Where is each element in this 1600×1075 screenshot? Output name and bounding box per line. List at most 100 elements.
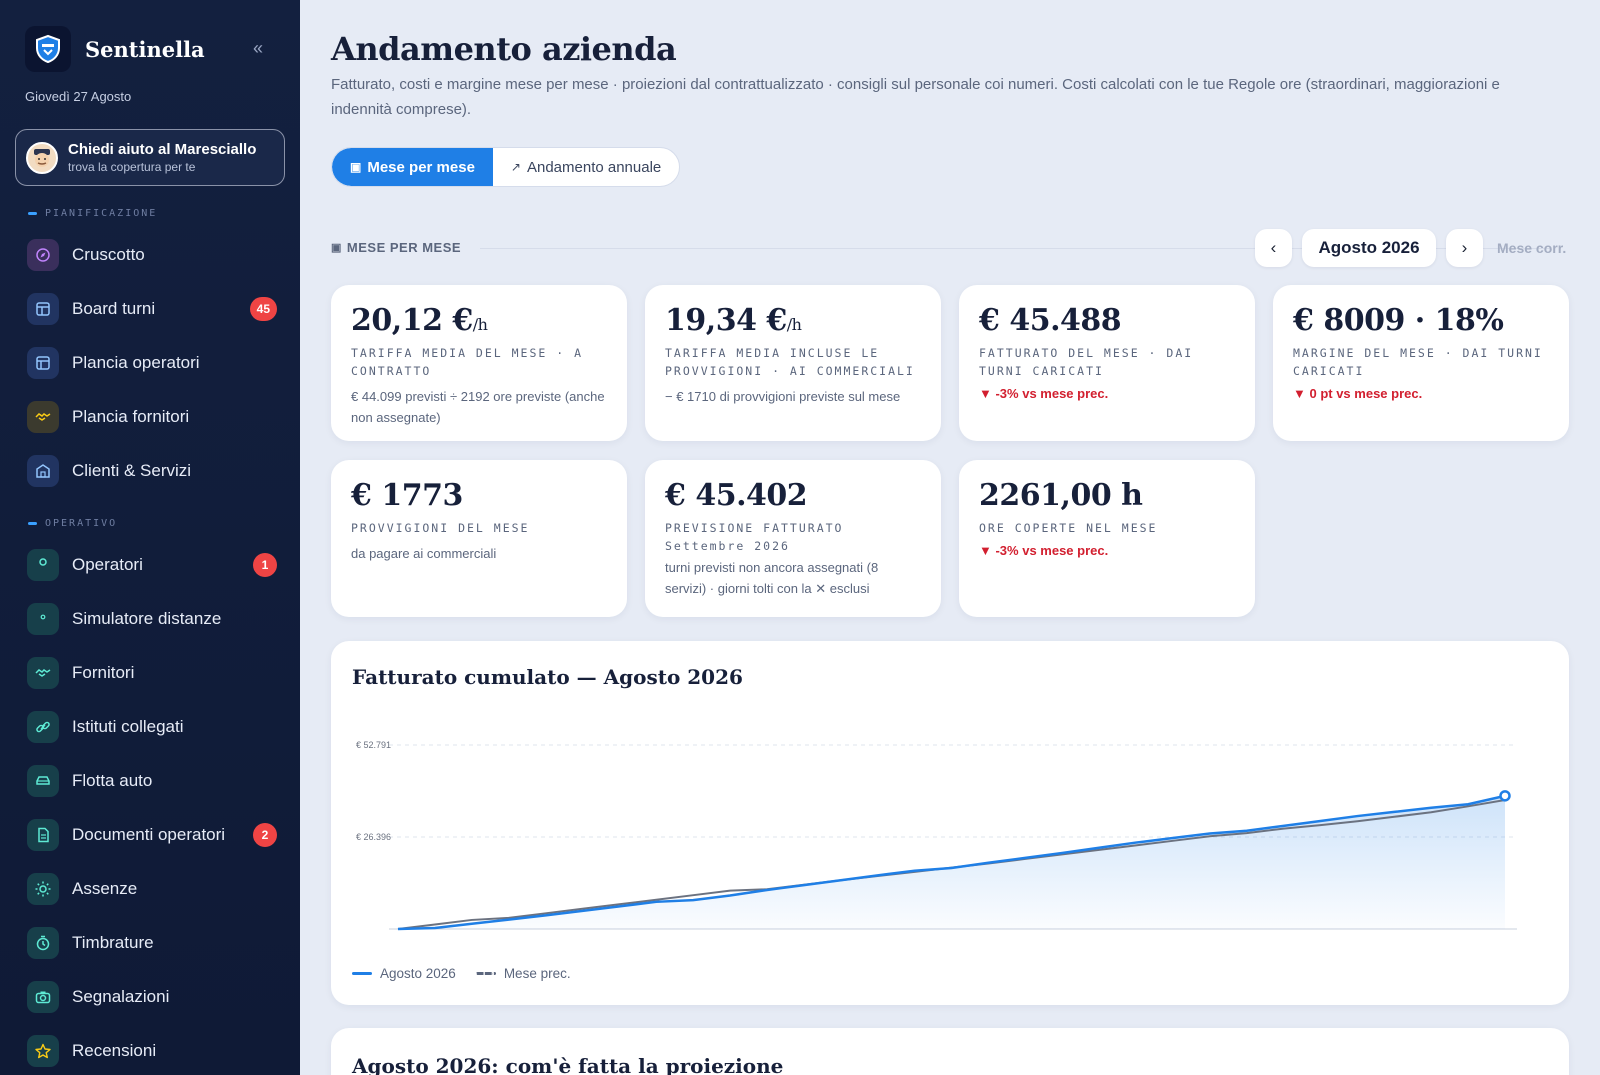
kpi-label: ORE COPERTE NEL MESE — [979, 521, 1158, 535]
kpi-value: € 8009 · 18% — [1293, 303, 1504, 338]
sidebar-item-label: Istituti collegati — [72, 717, 184, 736]
sidebar-item-simulatore-distanze[interactable]: Simulatore distanze — [27, 601, 277, 637]
sidebar-item-plancia-fornitori[interactable]: Plancia fornitori — [27, 399, 277, 435]
compass-icon — [27, 239, 59, 271]
help-subtitle: trova la copertura per te — [68, 160, 196, 174]
y-tick-label: € 52.791 — [356, 740, 391, 750]
sidebar-item-label: Documenti operatori — [72, 825, 226, 844]
legend-swatch-dashed — [475, 972, 496, 975]
kpi-label: TARIFFA MEDIA INCLUSE LE PROVVIGIONI · A… — [665, 346, 915, 378]
document-icon — [27, 819, 59, 851]
star-icon — [27, 1035, 59, 1067]
sidebar-item-plancia-operatori[interactable]: Plancia operatori — [27, 345, 277, 381]
cumulative-revenue-chart: € 26.396 € 52.791 — [356, 740, 1517, 931]
shield-logo-icon — [25, 26, 71, 72]
sidebar-item-recensioni[interactable]: Recensioni — [27, 1033, 277, 1069]
kpi-label: FATTURATO DEL MESE · DAI TURNI CARICATI — [979, 346, 1194, 378]
grid-icon — [27, 293, 59, 325]
sidebar-item-segnalazioni[interactable]: Segnalazioni — [27, 979, 277, 1015]
notification-badge: 1 — [253, 553, 277, 577]
trend-up-icon: ↗ — [510, 160, 521, 174]
handshake-icon — [27, 401, 59, 433]
user-icon — [27, 549, 59, 581]
brand[interactable]: Sentinella — [25, 26, 205, 72]
next-month-button[interactable]: › — [1446, 229, 1483, 267]
sidebar-item-label: Cruscotto — [72, 245, 145, 264]
sidebar-item-label: Recensioni — [72, 1041, 157, 1060]
tab-yearly[interactable]: ↗ Andamento annuale — [493, 148, 679, 186]
car-icon — [27, 765, 59, 797]
building-icon — [27, 455, 59, 487]
month-selector[interactable]: Agosto 2026 — [1302, 229, 1436, 267]
area-fill-current — [398, 795, 1505, 929]
sidebar-item-label: Segnalazioni — [72, 987, 170, 1006]
kpi-delta: ▼ 0 pt vs mese prec. — [1293, 386, 1423, 401]
kpi-value: 2261,00 h — [979, 478, 1143, 513]
sidebar-item-label: Assenze — [72, 879, 138, 898]
kpi-value: 19,34 €/h — [665, 303, 802, 338]
chart-legend: Agosto 2026 Mese prec. — [352, 966, 591, 981]
main-content: Andamento azienda Fatturato, costi e mar… — [300, 0, 1600, 1075]
help-assistant-button[interactable]: Chiedi aiuto al Maresciallo trova la cop… — [15, 129, 285, 186]
kpi-label: TARIFFA MEDIA DEL MESE · A CONTRATTO — [351, 346, 584, 378]
kpi-value: 20,12 €/h — [351, 303, 488, 338]
view-tabs: ▣ Mese per mese ↗ Andamento annuale — [331, 147, 681, 187]
kpi-value: € 45.402 — [665, 478, 808, 513]
prev-month-button[interactable]: ‹ — [1255, 229, 1292, 267]
sidebar-item-istituti-collegati[interactable]: Istituti collegati — [27, 709, 277, 745]
sidebar-item-documenti-operatori[interactable]: Documenti operatori 2 — [27, 817, 277, 853]
kpi-card-margin: € 8009 · 18% MARGINE DEL MESE · DAI TURN… — [1273, 285, 1569, 441]
section-heading: ▣ MESE PER MESE — [331, 240, 462, 255]
calendar-icon: ▣ — [350, 160, 362, 174]
current-date: Giovedì 27 Agosto — [25, 89, 132, 104]
kpi-card-commission: € 1773 PROVVIGIONI DEL MESE da pagare ai… — [331, 460, 627, 617]
sidebar-item-fornitori[interactable]: Fornitori — [27, 655, 277, 691]
section-label-operative: OPERATIVO — [28, 518, 117, 529]
notification-badge: 45 — [249, 297, 277, 321]
page-title: Andamento azienda — [331, 30, 677, 68]
sidebar-item-label: Plancia operatori — [72, 353, 200, 372]
collapse-sidebar-icon[interactable]: « — [246, 36, 270, 60]
revenue-chart-card: Fatturato cumulato — Agosto 2026 € 26.39… — [331, 641, 1569, 1005]
clock-icon — [27, 927, 59, 959]
brand-name: Sentinella — [85, 36, 205, 62]
sidebar-item-cruscotto[interactable]: Cruscotto — [27, 237, 277, 273]
sidebar-item-label: Timbrature — [72, 933, 154, 952]
tab-monthly[interactable]: ▣ Mese per mese — [332, 148, 493, 186]
sidebar-item-label: Flotta auto — [72, 771, 153, 790]
kpi-label: PROVVIGIONI DEL MESE — [351, 521, 530, 535]
sidebar-item-board-turni[interactable]: Board turni 45 — [27, 291, 277, 327]
legend-swatch-solid — [352, 972, 372, 975]
kpi-delta: ▼ -3% vs mese prec. — [979, 386, 1109, 401]
sidebar-item-label: Fornitori — [72, 663, 135, 682]
calendar-icon: ▣ — [331, 242, 342, 254]
legend-item-previous[interactable]: Mese prec. — [475, 966, 571, 981]
kpi-label: PREVISIONE FATTURATO Settembre 2026 — [665, 521, 844, 553]
kpi-card-rate-commission: 19,34 €/h TARIFFA MEDIA INCLUSE LE PROVV… — [645, 285, 941, 441]
current-month-link[interactable]: Mese corr. — [1497, 240, 1566, 256]
kpi-card-rate: 20,12 €/h TARIFFA MEDIA DEL MESE · A CON… — [331, 285, 627, 441]
notification-badge: 2 — [253, 823, 277, 847]
sidebar-item-label: Simulatore distanze — [72, 609, 222, 628]
sidebar-item-label: Clienti & Servizi — [72, 461, 192, 480]
sidebar-item-flotta-auto[interactable]: Flotta auto — [27, 763, 277, 799]
section-label-planning: PIANIFICAZIONE — [28, 208, 157, 219]
page-description: Fatturato, costi e margine mese per mese… — [331, 76, 1500, 118]
sidebar-item-timbrature[interactable]: Timbrature — [27, 925, 277, 961]
projection-card: Agosto 2026: com'è fatta la proiezione — [331, 1028, 1569, 1075]
kpi-label: MARGINE DEL MESE · DAI TURNI CARICATI — [1293, 346, 1543, 378]
kpi-delta: ▼ -3% vs mese prec. — [979, 543, 1109, 558]
kpi-card-revenue: € 45.488 FATTURATO DEL MESE · DAI TURNI … — [959, 285, 1255, 441]
layout-icon — [27, 347, 59, 379]
kpi-card-forecast: € 45.402 PREVISIONE FATTURATO Settembre 2… — [645, 460, 941, 617]
kpi-value: € 45.488 — [979, 303, 1122, 338]
sidebar-item-assenze[interactable]: Assenze — [27, 871, 277, 907]
sidebar-item-label: Board turni — [72, 299, 156, 318]
kpi-note: − € 1710 di provvigioni previste sul mes… — [665, 389, 901, 404]
sidebar-item-label: Plancia fornitori — [72, 407, 190, 426]
legend-item-current[interactable]: Agosto 2026 — [352, 966, 456, 981]
sidebar-item-operatori[interactable]: Operatori 1 — [27, 547, 277, 583]
sidebar-item-label: Operatori — [72, 555, 143, 574]
marshal-avatar-icon — [26, 141, 58, 174]
sidebar-item-clienti-servizi[interactable]: Clienti & Servizi — [27, 453, 277, 489]
